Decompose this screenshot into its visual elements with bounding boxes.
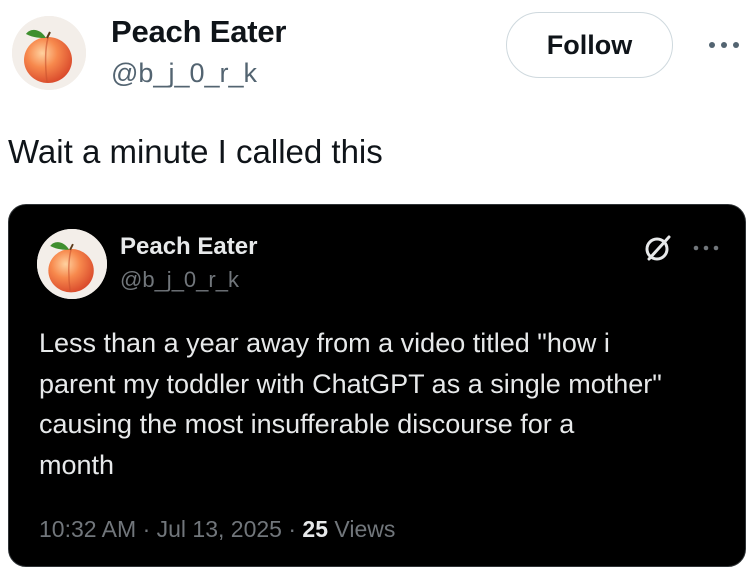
author-name[interactable]: Peach Eater (111, 14, 286, 50)
views-count: 25 (302, 516, 329, 542)
quoted-author-avatar[interactable] (37, 229, 107, 299)
tweet-date[interactable]: Jul 13, 2025 (157, 516, 282, 542)
author-avatar[interactable] (12, 16, 86, 90)
quoted-more-options-icon[interactable] (692, 241, 720, 255)
meta-separator: · (142, 516, 151, 542)
views-label: Views (334, 516, 396, 542)
quoted-tweet-card[interactable]: Peach Eater @b_j_0_r_k Less than a year … (8, 204, 746, 567)
tweet-time[interactable]: 10:32 AM (39, 516, 136, 542)
peach-avatar-icon (37, 229, 107, 299)
follow-button[interactable]: Follow (506, 12, 673, 78)
peach-avatar-icon (12, 16, 86, 90)
quoted-author-name[interactable]: Peach Eater (120, 233, 257, 261)
meta-separator: · (288, 516, 297, 542)
more-options-icon[interactable] (706, 34, 742, 56)
author-handle[interactable]: @b_j_0_r_k (111, 58, 257, 89)
quoted-author-handle[interactable]: @b_j_0_r_k (120, 267, 239, 293)
quoted-tweet-text: Less than a year away from a video title… (39, 328, 662, 480)
quoted-tweet-meta: 10:32 AM · Jul 13, 2025 · 25 Views (39, 516, 395, 543)
grok-icon[interactable] (643, 233, 673, 263)
tweet-text: Wait a minute I called this (8, 133, 383, 170)
